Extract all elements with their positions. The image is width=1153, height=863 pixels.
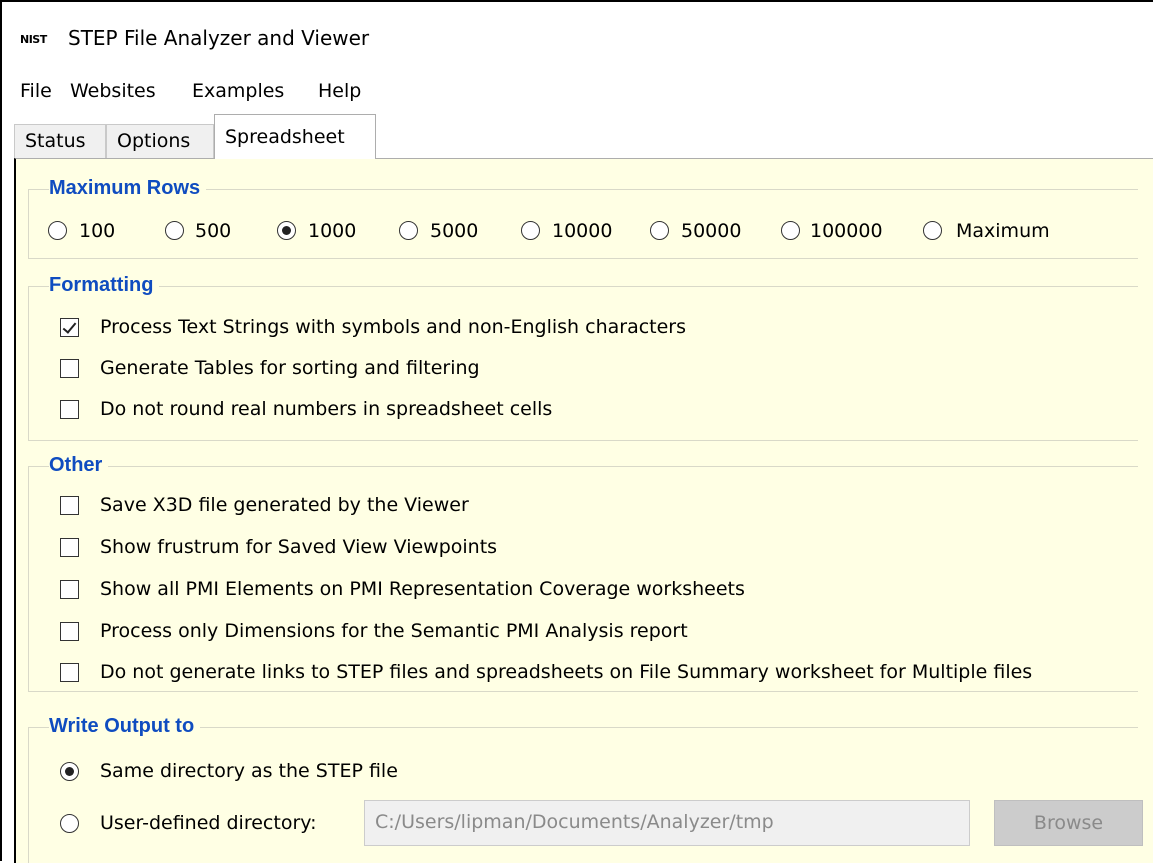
tab-spreadsheet[interactable]: Spreadsheet [214,114,376,159]
same-dir-radio[interactable] [60,762,79,781]
rows-100-label: 100 [79,220,116,242]
user-dir-radio[interactable] [60,814,79,833]
tab-status-label: Status [25,130,86,152]
text-strings-label: Process Text Strings with symbols and no… [100,316,687,338]
formatting-title: Formatting [49,274,160,297]
no-round-checkbox[interactable] [60,400,79,419]
other-title: Other [49,454,109,477]
text-strings-checkbox[interactable] [60,318,79,337]
save-x3d-checkbox[interactable] [60,496,79,515]
pmi-elements-label: Show all PMI Elements on PMI Representat… [100,578,745,600]
output-title: Write Output to [49,715,201,738]
browse-button[interactable]: Browse [994,800,1143,846]
frustrum-label: Show frustrum for Saved View Viewpoints [100,536,498,558]
rows-10000-radio[interactable] [521,221,540,240]
rows-100000-label: 100000 [810,220,883,242]
rows-maximum-label: Maximum [956,220,1050,242]
rows-500-label: 500 [195,220,232,242]
menu-examples[interactable]: Examples [192,80,284,102]
tab-spreadsheet-label: Spreadsheet [225,126,345,148]
tab-strip: Status Options Spreadsheet [2,112,1153,159]
tables-checkbox[interactable] [60,359,79,378]
pmi-elements-checkbox[interactable] [60,580,79,599]
rows-5000-label: 5000 [430,220,479,242]
no-links-label: Do not generate links to STEP files and … [100,661,1033,683]
rows-maximum-radio[interactable] [923,221,942,240]
tab-status[interactable]: Status [14,124,106,158]
rows-100-radio[interactable] [48,221,67,240]
output-directory-input[interactable]: C:/Users/lipman/Documents/Analyzer/tmp [364,800,970,846]
tab-options-label: Options [117,130,191,152]
window-title: STEP File Analyzer and Viewer [68,26,370,50]
menu-bar: File Websites Examples Help [2,76,1153,110]
rows-500-radio[interactable] [165,221,184,240]
max-rows-title: Maximum Rows [49,177,207,200]
frustrum-checkbox[interactable] [60,538,79,557]
rows-1000-radio[interactable] [277,221,296,240]
no-links-checkbox[interactable] [60,663,79,682]
tables-label: Generate Tables for sorting and filterin… [100,357,480,379]
tab-options[interactable]: Options [106,124,214,158]
same-dir-label: Same directory as the STEP file [100,760,398,782]
app-window: NIST STEP File Analyzer and Viewer File … [0,0,1153,863]
dimensions-only-checkbox[interactable] [60,622,79,641]
menu-help[interactable]: Help [318,80,361,102]
rows-1000-label: 1000 [308,220,357,242]
nist-logo-icon: NIST [20,33,47,46]
rows-50000-label: 50000 [681,220,742,242]
save-x3d-label: Save X3D file generated by the Viewer [100,494,469,516]
user-dir-label: User-defined directory: [100,812,317,834]
rows-100000-radio[interactable] [781,221,800,240]
rows-50000-radio[interactable] [650,221,669,240]
menu-websites[interactable]: Websites [70,80,156,102]
no-round-label: Do not round real numbers in spreadsheet… [100,398,553,420]
rows-5000-radio[interactable] [399,221,418,240]
menu-file[interactable]: File [20,80,52,102]
dimensions-only-label: Process only Dimensions for the Semantic… [100,620,688,642]
title-bar: NIST STEP File Analyzer and Viewer [2,2,1153,72]
rows-10000-label: 10000 [552,220,613,242]
